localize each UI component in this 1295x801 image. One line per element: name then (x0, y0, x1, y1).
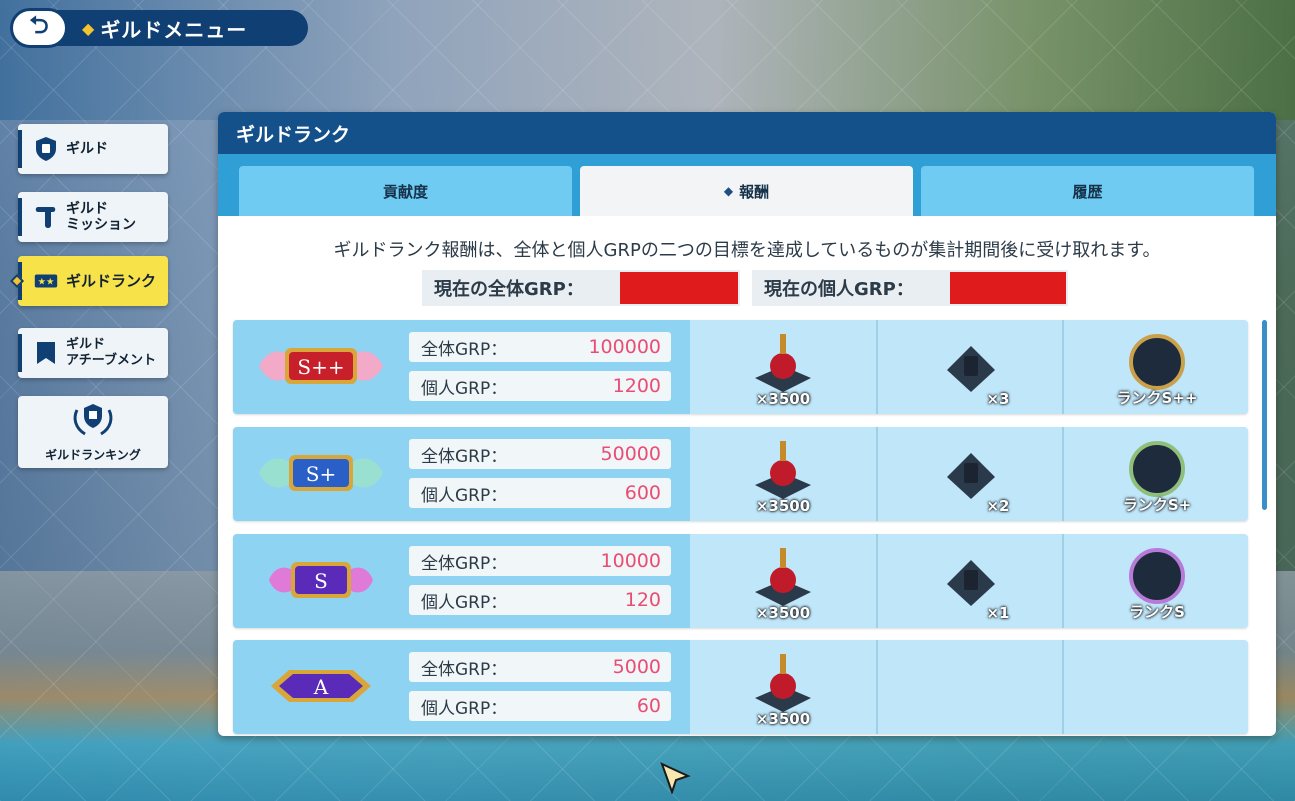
rank-badge-a: A (271, 670, 371, 702)
reward-potion[interactable]: ×3500 (690, 427, 876, 521)
back-button[interactable]: ⮌ (10, 8, 68, 48)
reward-slot-empty (1062, 640, 1248, 734)
svg-text:S: S (314, 569, 328, 593)
diamond-icon: ◆ (723, 184, 734, 198)
rank-badge-s-plus-plus: S++ (259, 348, 383, 384)
rank-row: A 全体GRP： 5000 個人GRP： 60 ×3500 (233, 640, 1248, 734)
scrollbar[interactable] (1262, 320, 1267, 510)
rank-row: S 全体GRP： 10000 個人GRP： 120 ×3500 ×1 ランクS (233, 534, 1248, 628)
ticket-icon (947, 453, 995, 499)
personal-grp-requirement: 個人GRP： 600 (409, 478, 671, 508)
personal-grp-requirement: 個人GRP： 1200 (409, 371, 671, 401)
redacted-total-grp (620, 272, 738, 304)
total-grp-requirement: 全体GRP： 5000 (409, 652, 671, 682)
sidebar-item-label: ギルドランク (66, 272, 157, 290)
reward-potion[interactable]: ×3500 (690, 320, 876, 414)
ticket-icon (947, 346, 995, 392)
reward-frame[interactable]: ランクS++ (1062, 320, 1248, 414)
page-title: ギルドメニュー (100, 17, 248, 42)
reward-frame[interactable]: ランクS (1062, 534, 1248, 628)
potion-icon (755, 334, 811, 392)
guild-rank-panel: ギルドランク 貢献度 ◆ 報酬 履歴 ギルドランク報酬は、全体と個人GRPの二つ… (218, 112, 1276, 736)
rank-badge-s: S (269, 562, 373, 598)
sidebar-item-label: ギルド (66, 141, 108, 157)
personal-grp-requirement: 個人GRP： 120 (409, 585, 671, 615)
svg-text:A: A (313, 675, 329, 699)
reward-ticket[interactable]: ×2 (876, 427, 1064, 521)
potion-icon (755, 441, 811, 499)
reward-info-text: ギルドランク報酬は、全体と個人GRPの二つの目標を達成しているものが集計期間後に… (333, 240, 1161, 261)
reward-potion[interactable]: ×3500 (690, 640, 876, 734)
rank-row: S+ 全体GRP： 50000 個人GRP： 600 ×3500 ×2 ランクS… (233, 427, 1248, 521)
scroll-icon (32, 203, 60, 231)
tab-history[interactable]: 履歴 (921, 166, 1254, 216)
banner-icon (32, 339, 60, 367)
header: ◆ ギルドメニュー ⮌ (10, 8, 308, 48)
panel-header: ギルドランク (218, 112, 1276, 154)
sidebar-item-guild[interactable]: ギルド (18, 124, 168, 174)
reward-potion[interactable]: ×3500 (690, 534, 876, 628)
personal-grp-requirement: 個人GRP： 60 (409, 691, 671, 721)
svg-text:★★: ★★ (38, 277, 55, 288)
total-grp-requirement: 全体GRP： 100000 (409, 332, 671, 362)
potion-icon (755, 654, 811, 712)
laurel-shield-icon (67, 402, 119, 442)
sidebar-item-guild-achievement[interactable]: ギルド アチーブメント (18, 328, 168, 378)
ticket-icon (947, 560, 995, 606)
rank-row: S++ 全体GRP： 100000 個人GRP： 1200 ×3500 ×3 ラ… (233, 320, 1248, 414)
reward-frame[interactable]: ランクS+ (1062, 427, 1248, 521)
cursor-icon (660, 762, 691, 794)
sidebar-item-label: ギルド アチーブメント (66, 337, 156, 368)
reward-ticket[interactable]: ×3 (876, 320, 1064, 414)
sidebar-item-guild-mission[interactable]: ギルド ミッション (18, 192, 168, 242)
sidebar-item-guild-ranking[interactable]: ギルドランキング (18, 396, 168, 468)
total-grp-requirement: 全体GRP： 50000 (409, 439, 671, 469)
reward-ticket[interactable]: ×1 (876, 534, 1064, 628)
sidebar-item-label: ギルド ミッション (66, 201, 136, 233)
back-arrow-icon: ⮌ (29, 10, 49, 39)
diamond-icon: ◆ (82, 18, 95, 38)
potion-icon (755, 548, 811, 606)
shield-icon (32, 135, 60, 163)
header-bar: ◆ ギルドメニュー (32, 10, 308, 46)
tab-contribution[interactable]: 貢献度 (239, 166, 572, 216)
tab-reward[interactable]: ◆ 報酬 (580, 166, 913, 216)
tab-bar: 貢献度 ◆ 報酬 履歴 (218, 154, 1276, 216)
reward-slot-empty (876, 640, 1064, 734)
rank-crest-icon: ★★ (32, 267, 60, 295)
sidebar-item-label: ギルドランキング (45, 447, 141, 462)
sidebar-item-guild-rank[interactable]: ★★ ギルドランク (9, 256, 168, 306)
svg-text:S++: S++ (297, 355, 344, 379)
svg-text:S+: S+ (306, 462, 336, 486)
redacted-personal-grp (950, 272, 1066, 304)
total-grp-requirement: 全体GRP： 10000 (409, 546, 671, 576)
rank-badge-s-plus: S+ (259, 455, 383, 491)
panel-title: ギルドランク (236, 123, 351, 146)
